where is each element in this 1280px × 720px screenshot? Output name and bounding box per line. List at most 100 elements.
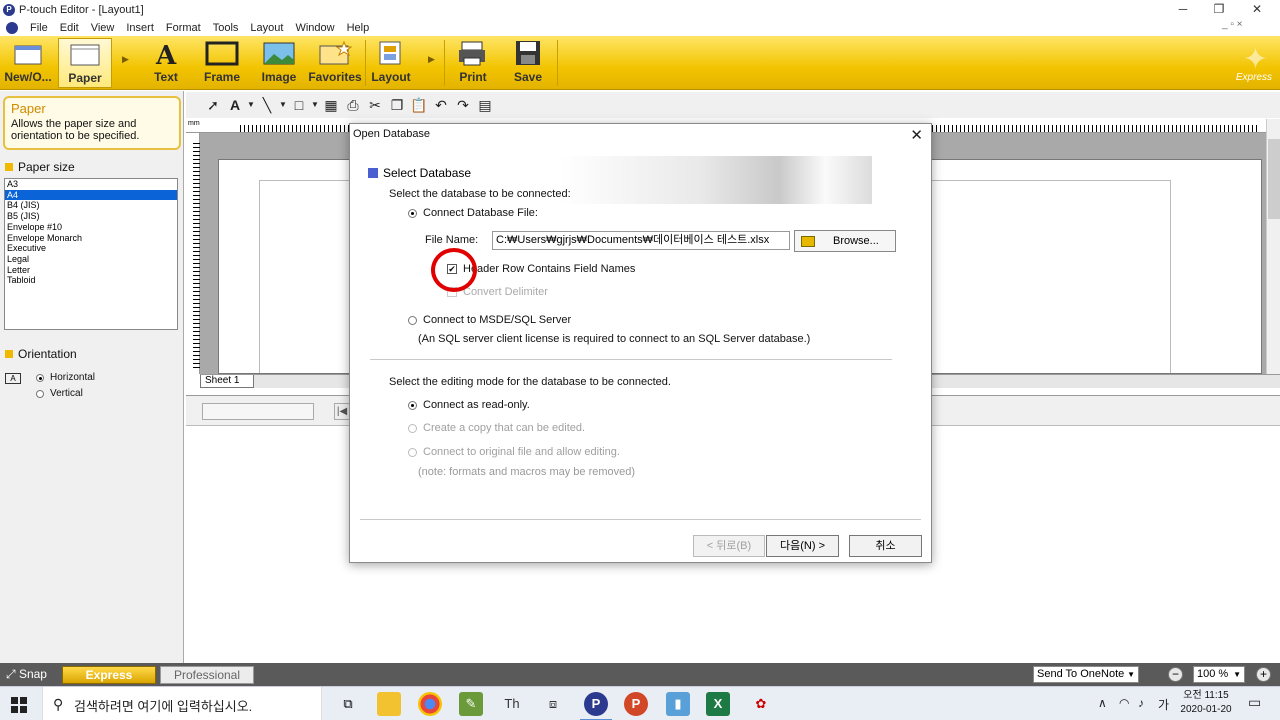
radio-read-only[interactable]: Connect as read-only. xyxy=(408,399,530,411)
line-tool-icon[interactable]: ╲ xyxy=(256,95,278,115)
layout-button[interactable]: Layout xyxy=(368,38,414,88)
network-app-icon[interactable]: ⧈ xyxy=(541,692,565,716)
chrome-icon[interactable] xyxy=(418,692,442,716)
ptouch-editor-icon[interactable]: P xyxy=(580,692,612,720)
radio-dot[interactable] xyxy=(408,423,417,433)
favorites-button[interactable]: Favorites xyxy=(308,38,362,88)
typora-icon[interactable]: Th xyxy=(500,692,524,716)
next-button[interactable]: 다음(N) > xyxy=(766,535,839,557)
save-button[interactable]: Save xyxy=(503,38,553,88)
notification-icon[interactable]: ▭ xyxy=(1248,694,1261,711)
menu-format[interactable]: Format xyxy=(160,22,207,34)
radio-create-copy[interactable]: Create a copy that can be edited. xyxy=(408,422,585,434)
task-view-icon[interactable]: ⧉ xyxy=(336,692,360,716)
radio-dot[interactable] xyxy=(36,389,44,398)
cancel-button[interactable]: 취소 xyxy=(849,535,922,557)
radio-connect-sql[interactable]: Connect to MSDE/SQL Server xyxy=(408,314,571,326)
new-open-button[interactable]: New/O... xyxy=(1,38,55,88)
windows-start-icon[interactable] xyxy=(11,697,27,713)
copy-icon[interactable]: ❐ xyxy=(386,95,408,115)
radio-dot[interactable] xyxy=(408,208,417,218)
paint-icon[interactable]: ✿ xyxy=(749,692,773,716)
mdi-window-controls[interactable]: _ ▫ × xyxy=(1222,19,1243,30)
send-to-select[interactable]: Send To OneNote ▼ xyxy=(1033,666,1139,683)
select-arrow-icon[interactable]: ➚ xyxy=(202,95,224,115)
radio-vertical[interactable]: Vertical xyxy=(36,388,83,399)
taskbar-clock[interactable]: 오전 11:15 2020-01-20 xyxy=(1172,689,1240,717)
properties-icon[interactable]: ▤ xyxy=(474,95,496,115)
back-button[interactable]: < 뒤로(B) xyxy=(693,535,765,557)
snap-toggle[interactable]: ⤢ Snap xyxy=(6,667,47,682)
taskbar-search[interactable]: ⚲ 검색하려면 여기에 입력하십시오. xyxy=(42,687,322,720)
zoom-in-button[interactable]: + xyxy=(1256,667,1271,682)
tray-chevron-icon[interactable]: ∧ xyxy=(1098,696,1107,710)
text-button[interactable]: A Text xyxy=(140,38,192,88)
minimize-button[interactable]: ─ xyxy=(1166,0,1200,19)
dropdown-arrow-icon[interactable]: ▼ xyxy=(246,95,256,115)
radio-horizontal[interactable]: Horizontal xyxy=(36,372,95,383)
list-item[interactable]: Executive xyxy=(5,243,177,254)
ime-indicator[interactable]: 가 xyxy=(1158,696,1169,713)
vertical-scrollbar[interactable] xyxy=(1266,119,1280,374)
dialog-close-icon[interactable]: ✕ xyxy=(910,126,923,144)
browse-button[interactable]: Browse... xyxy=(794,230,896,252)
table-tool-icon[interactable]: ▦ xyxy=(320,95,342,115)
menu-file[interactable]: File xyxy=(24,22,54,34)
document-icon[interactable] xyxy=(6,21,18,34)
text-tool-icon[interactable]: A xyxy=(224,95,246,115)
shape-tool-icon[interactable]: □ xyxy=(288,95,310,115)
print-button[interactable]: Print xyxy=(448,38,498,88)
file-explorer-icon[interactable] xyxy=(377,692,401,716)
list-item[interactable]: B5 (JIS) xyxy=(5,211,177,222)
list-item[interactable]: A3 xyxy=(5,179,177,190)
undo-icon[interactable]: ↶ xyxy=(430,95,452,115)
redo-icon[interactable]: ↷ xyxy=(452,95,474,115)
radio-dot[interactable] xyxy=(36,373,44,382)
image-editor-icon[interactable]: ✎ xyxy=(459,692,483,716)
list-item[interactable]: Envelope #10 xyxy=(5,222,177,233)
record-field[interactable] xyxy=(202,403,314,420)
excel-icon[interactable]: X xyxy=(706,692,730,716)
radio-connect-file[interactable]: Connect Database File: xyxy=(408,207,538,219)
radio-original-file[interactable]: Connect to original file and allow editi… xyxy=(408,446,620,458)
close-button[interactable]: ✕ xyxy=(1240,0,1274,19)
first-record-icon[interactable]: |◀ xyxy=(334,403,350,420)
paper-size-list[interactable]: A3 A4 B4 (JIS) B5 (JIS) Envelope #10 Env… xyxy=(4,178,178,330)
paste-icon[interactable]: 📋 xyxy=(408,95,430,115)
cut-icon[interactable]: ✂ xyxy=(364,95,386,115)
menu-tools[interactable]: Tools xyxy=(207,22,245,34)
menu-layout[interactable]: Layout xyxy=(244,22,289,34)
image-button[interactable]: Image xyxy=(253,38,305,88)
list-item[interactable]: Letter xyxy=(5,265,177,276)
menu-insert[interactable]: Insert xyxy=(120,22,160,34)
radio-dot[interactable] xyxy=(408,447,417,457)
menu-window[interactable]: Window xyxy=(289,22,340,34)
list-item[interactable]: Legal xyxy=(5,254,177,265)
volume-icon[interactable]: ♪ xyxy=(1138,696,1144,710)
maximize-button[interactable]: ❐ xyxy=(1202,0,1236,19)
menu-edit[interactable]: Edit xyxy=(54,22,85,34)
notepad-icon[interactable]: ▮ xyxy=(666,692,690,716)
print-small-icon[interactable]: ⎙ xyxy=(342,95,364,115)
professional-mode-button[interactable]: Professional xyxy=(160,666,254,684)
dropdown-arrow-icon[interactable]: ▼ xyxy=(278,95,288,115)
sheet-tab[interactable]: Sheet 1 xyxy=(200,375,254,388)
menu-view[interactable]: View xyxy=(85,22,121,34)
list-item[interactable]: B4 (JIS) xyxy=(5,200,177,211)
dropdown-arrow-icon[interactable]: ▼ xyxy=(310,95,320,115)
frame-button[interactable]: Frame xyxy=(196,38,248,88)
list-item[interactable]: Envelope Monarch xyxy=(5,233,177,244)
list-item[interactable]: Tabloid xyxy=(5,275,177,286)
powerpoint-icon[interactable]: P xyxy=(624,692,648,716)
radio-dot[interactable] xyxy=(408,400,417,410)
paper-button[interactable]: Paper xyxy=(58,38,112,88)
list-item-selected[interactable]: A4 xyxy=(5,189,177,201)
express-mode-button[interactable]: Express xyxy=(62,666,156,684)
wifi-icon[interactable]: ◠ xyxy=(1119,696,1129,710)
zoom-out-button[interactable]: − xyxy=(1168,667,1183,682)
scrollbar-thumb[interactable] xyxy=(1268,139,1280,219)
radio-dot[interactable] xyxy=(408,315,417,325)
file-name-input[interactable]: C:₩Users₩gjrjs₩Documents₩데이터베이스 테스트.xlsx xyxy=(492,231,790,250)
menu-help[interactable]: Help xyxy=(341,22,376,34)
zoom-select[interactable]: 100 % ▼ xyxy=(1193,666,1245,683)
